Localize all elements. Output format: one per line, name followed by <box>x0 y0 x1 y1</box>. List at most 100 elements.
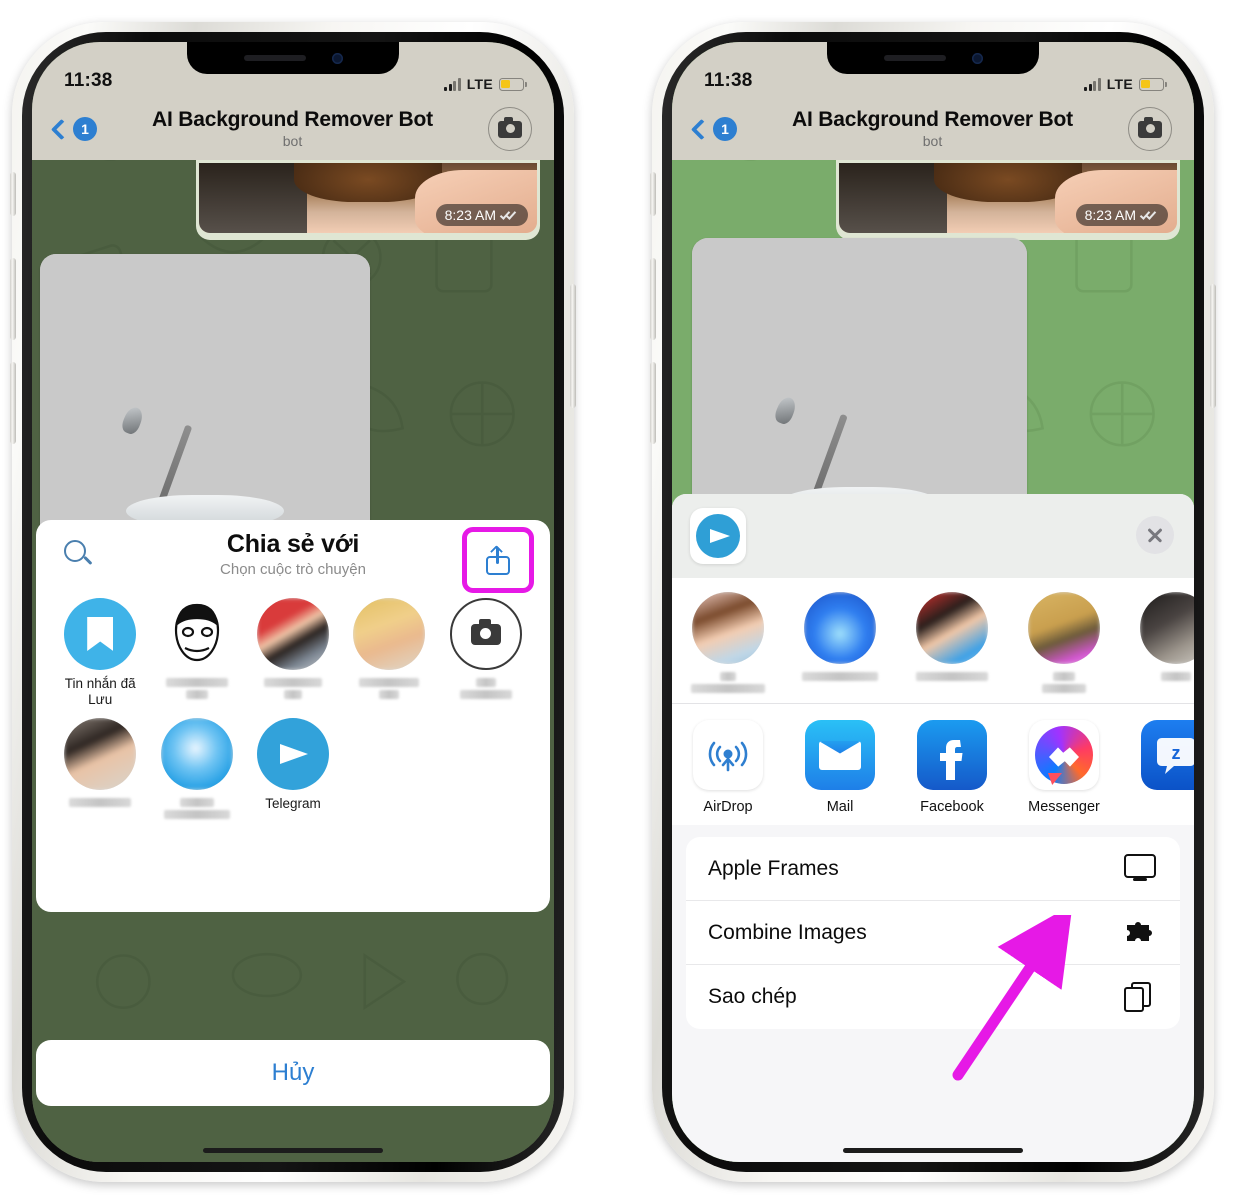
power-button-right[interactable] <box>1210 284 1216 408</box>
list-item[interactable] <box>1120 592 1194 693</box>
share-target-facebook[interactable]: Facebook <box>896 720 1008 815</box>
share-target-label: AirDrop <box>703 799 753 815</box>
messenger-icon <box>1029 720 1099 790</box>
frame-icon <box>1124 853 1158 884</box>
message-timestamp-right: 8:23 AM <box>1075 204 1168 226</box>
action-label: Combine Images <box>708 920 867 944</box>
chat-title-block[interactable]: AI Background Remover Bot bot <box>737 108 1128 149</box>
phone-left: 8:23 AM Chia sẻ với Chọn cuộc trò chuyện… <box>10 22 576 1182</box>
share-target-mail[interactable]: Mail <box>784 720 896 815</box>
contact-label-blurred <box>163 798 230 820</box>
home-indicator-left[interactable] <box>203 1148 383 1153</box>
chat-bubble-sent-photo-right[interactable]: 8:23 AM <box>836 160 1180 240</box>
list-item[interactable]: Tin nhắn đã Lưu <box>52 598 148 708</box>
notch-right <box>827 42 1039 74</box>
action-copy[interactable]: Sao chép <box>686 965 1180 1029</box>
share-target-airdrop[interactable]: AirDrop <box>672 720 784 815</box>
volume-up-button-left[interactable] <box>10 258 16 340</box>
share-to-other-apps-button[interactable] <box>462 527 534 593</box>
cancel-button[interactable]: Hủy <box>36 1040 550 1106</box>
contact-label: Tin nhắn đã Lưu <box>64 676 136 708</box>
volume-up-button-right[interactable] <box>650 258 656 340</box>
list-item[interactable] <box>341 598 437 708</box>
back-button[interactable]: 1 <box>690 117 737 141</box>
power-button-left[interactable] <box>570 284 576 408</box>
telegram-icon <box>690 508 746 564</box>
share-target-zalo[interactable]: z <box>1120 720 1194 815</box>
share-sheet-contacts-grid: Tin nhắn đã Lưu Telegram <box>36 594 550 829</box>
share-sheet-header: Chia sẻ với Chọn cuộc trò chuyện <box>36 520 550 594</box>
puzzle-icon <box>1124 918 1158 948</box>
page-title: AI Background Remover Bot <box>152 107 433 131</box>
double-check-icon <box>1139 209 1159 221</box>
list-item[interactable] <box>896 592 1008 693</box>
list-item[interactable] <box>1008 592 1120 693</box>
status-time: 11:38 <box>64 70 113 91</box>
battery-icon <box>499 77 527 91</box>
ios-share-sheet: AirDrop Mail Facebook Messenger z Apple … <box>672 494 1194 1162</box>
contact-label-blurred <box>802 672 878 681</box>
mail-icon <box>805 720 875 790</box>
volume-down-button-right[interactable] <box>650 362 656 444</box>
screen-left: 8:23 AM Chia sẻ với Chọn cuộc trò chuyện… <box>32 42 554 1162</box>
action-label: Apple Frames <box>708 856 839 880</box>
camera-icon <box>449 598 522 670</box>
camera-icon[interactable] <box>1128 107 1172 151</box>
phone-right: 8:23 AM AirDrop Mail Facebook Messenger … <box>650 22 1216 1182</box>
share-target-label: Messenger <box>1028 799 1100 815</box>
volume-down-button-left[interactable] <box>10 362 16 444</box>
search-icon[interactable] <box>64 540 94 570</box>
chat-subtitle: bot <box>282 132 303 149</box>
list-item[interactable] <box>52 718 148 819</box>
screen-right: 8:23 AM AirDrop Mail Facebook Messenger … <box>672 42 1194 1162</box>
cancel-button-label: Hủy <box>271 1059 315 1086</box>
back-button[interactable]: 1 <box>50 117 97 141</box>
list-item[interactable] <box>148 598 244 708</box>
tutorial-screenshot: 8:23 AM Chia sẻ với Chọn cuộc trò chuyện… <box>0 0 1236 1200</box>
front-camera <box>331 52 343 64</box>
page-title: AI Background Remover Bot <box>792 107 1073 131</box>
front-camera <box>971 52 983 64</box>
timestamp-text: 8:23 AM <box>1084 207 1136 223</box>
contact-label-blurred <box>69 798 132 808</box>
contact-label-blurred <box>916 672 988 681</box>
action-apple-frames[interactable]: Apple Frames <box>686 837 1180 901</box>
telegram-icon <box>256 718 329 791</box>
mute-switch-left[interactable] <box>10 172 16 216</box>
home-indicator-right[interactable] <box>843 1148 1023 1153</box>
earpiece-speaker <box>243 55 306 61</box>
contact-photo <box>1140 592 1194 664</box>
share-sheet-actions-list: Apple Frames Combine Images Sao chép <box>686 837 1180 1029</box>
contact-label-blurred <box>1042 672 1086 693</box>
chat-title-block[interactable]: AI Background Remover Bot bot <box>97 108 488 149</box>
status-time: 11:38 <box>704 70 753 91</box>
telegram-share-sheet: Chia sẻ với Chọn cuộc trò chuyện Tin nhắ… <box>36 520 550 912</box>
chat-header-right: 1 AI Background Remover Bot bot <box>672 98 1194 160</box>
contact-label-blurred <box>1161 672 1191 681</box>
list-item[interactable] <box>245 598 341 708</box>
list-item[interactable]: Telegram <box>245 718 341 819</box>
contact-photo <box>1028 592 1100 664</box>
share-sheet-contacts-row[interactable] <box>672 578 1194 703</box>
chat-bubble-sent-photo-left[interactable]: 8:23 AM <box>196 160 540 240</box>
contact-label: Telegram <box>265 796 321 812</box>
contact-photo <box>160 718 233 791</box>
action-combine-images[interactable]: Combine Images <box>686 901 1180 965</box>
list-item[interactable] <box>148 718 244 820</box>
share-sheet-apps-row[interactable]: AirDrop Mail Facebook Messenger z <box>672 704 1194 825</box>
unread-badge: 1 <box>73 117 97 141</box>
network-label: LTE <box>1106 76 1133 92</box>
timestamp-text: 8:23 AM <box>444 207 496 223</box>
list-item[interactable] <box>438 598 534 708</box>
chevron-left-icon <box>690 118 713 140</box>
list-item[interactable] <box>784 592 896 693</box>
contact-label-blurred <box>691 672 765 693</box>
network-label: LTE <box>466 76 493 92</box>
close-icon[interactable] <box>1136 516 1174 554</box>
mute-switch-right[interactable] <box>650 172 656 216</box>
share-target-messenger[interactable]: Messenger <box>1008 720 1120 815</box>
double-check-icon <box>499 209 519 221</box>
camera-icon[interactable] <box>488 107 532 151</box>
list-item[interactable] <box>672 592 784 693</box>
unread-badge: 1 <box>713 117 737 141</box>
